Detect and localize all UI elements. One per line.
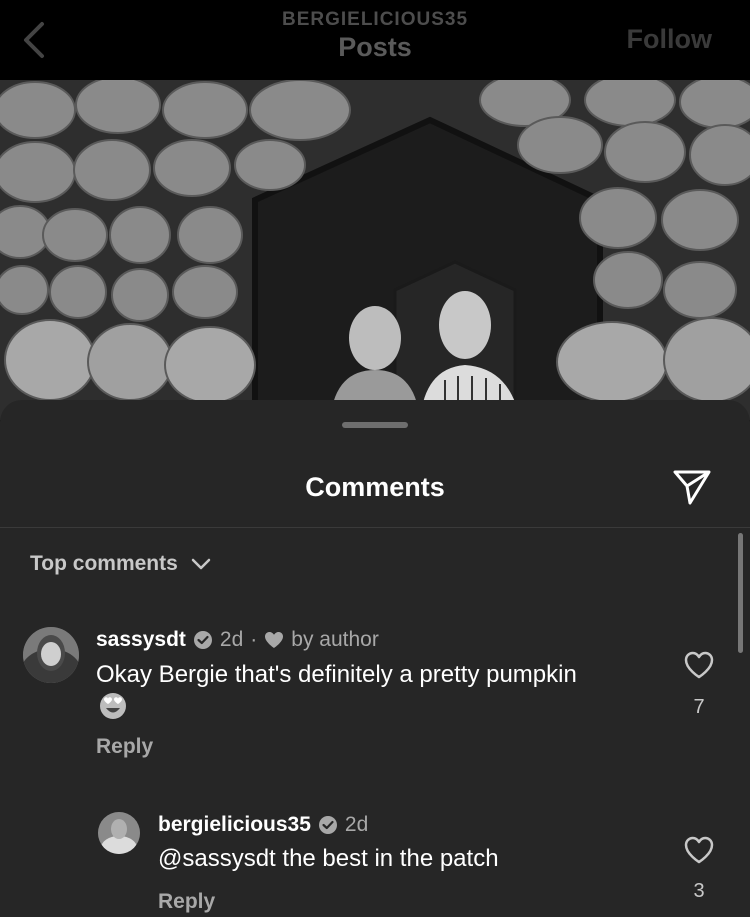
heart-outline-icon[interactable] (683, 650, 715, 680)
sort-label: Top comments (30, 552, 178, 575)
comments-title: Comments (305, 472, 445, 502)
avatar[interactable] (23, 627, 79, 683)
user-photo-icon (23, 627, 79, 683)
heart-eyes-emoji-icon (100, 693, 126, 719)
comment-username[interactable]: bergielicious35 (158, 813, 311, 837)
avatar[interactable] (98, 812, 140, 854)
comment-time: 2d (344, 813, 369, 836)
heart-icon (265, 632, 284, 648)
heart-outline-icon[interactable] (683, 835, 715, 865)
comment-username[interactable]: sassysdt (96, 628, 186, 652)
liked-by-author: by author (291, 628, 379, 651)
comment-text: @sassysdt the best in the patch (158, 845, 499, 872)
sheet-divider (0, 527, 750, 528)
top-header: BERGIELICIOUS35 Posts Follow (0, 0, 750, 80)
comments-sheet: Comments Top comments sassysdt 2d · by a… (0, 400, 750, 917)
paper-plane-icon[interactable] (672, 468, 712, 506)
comment-meta: sassysdt 2d · by author (96, 628, 379, 652)
post-photo (0, 80, 750, 420)
user-photo-icon (98, 812, 140, 854)
follow-button[interactable]: Follow (627, 24, 712, 55)
sheet-grabber[interactable] (342, 422, 408, 428)
like-count: 7 (693, 696, 705, 718)
comment-text: Okay Bergie that's definitely a pretty p… (96, 661, 577, 688)
comment-meta: bergielicious35 2d (158, 813, 368, 837)
meta-separator: · (250, 628, 258, 651)
verified-badge-icon (193, 631, 212, 649)
like-count: 3 (693, 880, 705, 902)
reply-button[interactable]: Reply (96, 735, 153, 759)
reply-button[interactable]: Reply (158, 890, 215, 914)
verified-badge-icon (318, 816, 337, 834)
comment-time: 2d (219, 628, 244, 651)
scrollbar[interactable] (738, 533, 743, 653)
pumpkin-wall-image (0, 80, 750, 420)
chevron-down-icon (191, 558, 211, 570)
sort-dropdown[interactable]: Top comments (30, 552, 212, 576)
